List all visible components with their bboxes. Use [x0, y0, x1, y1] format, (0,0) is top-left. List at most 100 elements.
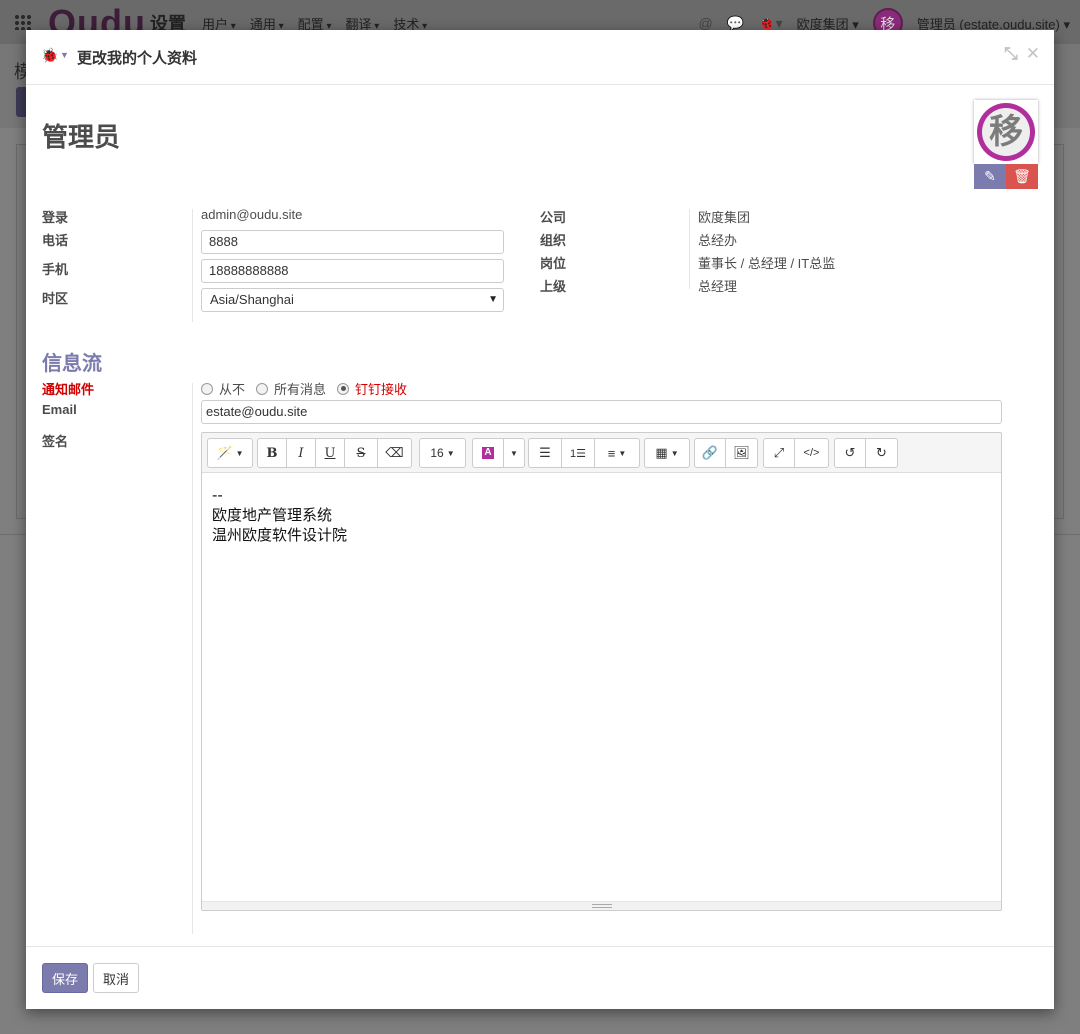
group-personal: 登录 admin@oudu.site 电话 8888 手机 1888888888…: [42, 203, 504, 322]
phone-label: 电话: [42, 233, 69, 248]
history-group: ↺ ↻: [834, 438, 898, 468]
link-icon: 🔗: [701, 445, 719, 460]
at-icon[interactable]: @: [699, 15, 713, 31]
bug-icon[interactable]: 🐞▾: [758, 15, 782, 32]
redo-icon: ↻: [876, 445, 887, 460]
user-name-title: 管理员: [42, 122, 121, 152]
chat-icon[interactable]: 💬: [727, 15, 744, 32]
list-ul-icon: ☰: [539, 445, 551, 460]
resize-grip-icon: [592, 904, 612, 908]
profile-dialog: 🐞 ▼ 更改我的个人资料 ⤡ ✕ 管理员 移 ✎ 🗑 登录 admin@oudu…: [26, 30, 1054, 1009]
style-dropdown-button[interactable]: 🪄 ▼: [208, 439, 252, 467]
editor-resize-handle[interactable]: [202, 901, 1001, 910]
pencil-icon: ✎: [984, 168, 996, 184]
group-divider: [192, 383, 193, 934]
avatar-widget: 移 ✎ 🗑: [974, 100, 1038, 189]
login-label: 登录: [42, 210, 69, 225]
caret-down-icon: ▼: [488, 294, 498, 305]
link-button[interactable]: 🔗: [695, 439, 726, 467]
manager-value: 总经理: [698, 279, 738, 294]
save-button[interactable]: 保存: [42, 963, 88, 993]
redo-button[interactable]: ↻: [866, 439, 897, 467]
table-icon: ▦: [655, 445, 668, 460]
notify-radio-group: 从不 所有消息 钉钉接收: [201, 379, 418, 398]
signature-label: 签名: [42, 434, 69, 449]
phone-input[interactable]: 8888: [201, 230, 504, 254]
magic-wand-icon: 🪄: [216, 445, 233, 460]
group-messaging: 通知邮件 从不 所有消息 钉钉接收 Email estate@oudu.site…: [42, 379, 1042, 939]
font-color-icon: A: [482, 447, 494, 459]
fullscreen-button[interactable]: ⤢: [764, 439, 795, 467]
avatar-buttons: ✎ 🗑: [974, 164, 1038, 189]
code-icon: </>: [803, 447, 820, 459]
bug-icon[interactable]: 🐞: [41, 47, 58, 64]
expand-icon: ⤢: [773, 445, 785, 460]
insert-group: 🔗 🖼: [694, 438, 758, 468]
org-label: 组织: [540, 233, 567, 248]
image-button[interactable]: 🖼: [726, 439, 757, 467]
dialog-header-buttons: ⤡ ✕: [1004, 44, 1040, 64]
paragraph-dropdown[interactable]: ≡ ▼: [595, 439, 639, 467]
email-input[interactable]: estate@oudu.site: [201, 400, 1002, 424]
italic-button[interactable]: I: [287, 439, 316, 467]
font-size-dropdown[interactable]: 16 ▼: [420, 439, 465, 467]
mobile-input[interactable]: 18888888888: [201, 259, 504, 283]
radio-button[interactable]: [201, 382, 213, 395]
apps-grid-icon[interactable]: [14, 14, 32, 30]
close-icon[interactable]: ✕: [1026, 44, 1040, 64]
position-value: 董事长 / 总经理 / IT总监: [698, 256, 836, 271]
mobile-label: 手机: [42, 262, 69, 277]
email-label: Email: [42, 402, 77, 417]
format-group: B I U S ⌫: [257, 438, 412, 468]
signature-content[interactable]: -- 欧度地产管理系统 温州欧度软件设计院: [202, 473, 1001, 557]
radio-button-checked[interactable]: [337, 382, 350, 395]
strikethrough-button[interactable]: S: [345, 439, 378, 467]
radio-never[interactable]: 从不: [201, 379, 245, 398]
color-group: A ▼: [472, 438, 525, 468]
ordered-list-button[interactable]: 1☰: [562, 439, 595, 467]
radio-dingtalk[interactable]: 钉钉接收: [337, 379, 407, 398]
cancel-button[interactable]: 取消: [93, 963, 139, 993]
group-company: 公司 欧度集团 组织 总经办 岗位 董事长 / 总经理 / IT总监 上级 总经…: [540, 203, 1038, 320]
eraser-button[interactable]: ⌫: [378, 439, 411, 467]
delete-avatar-button[interactable]: 🗑: [1006, 164, 1038, 189]
undo-button[interactable]: ↺: [835, 439, 866, 467]
table-group: ▦ ▼: [644, 438, 690, 468]
dialog-body: 管理员 移 ✎ 🗑 登录 admin@oudu.site 电话 8888 手机 …: [26, 85, 1054, 946]
radio-all[interactable]: 所有消息: [256, 379, 326, 398]
chevron-down-icon[interactable]: ▼: [60, 50, 69, 60]
dialog-header: 🐞 ▼ 更改我的个人资料 ⤡ ✕: [26, 30, 1054, 85]
bold-button[interactable]: B: [258, 439, 287, 467]
company-label: 公司: [540, 210, 567, 225]
font-color-button[interactable]: A: [473, 439, 504, 467]
list-ol-icon: 1☰: [570, 447, 586, 460]
edit-avatar-button[interactable]: ✎: [974, 164, 1006, 189]
avatar-char: 移: [982, 108, 1030, 156]
org-value: 总经办: [698, 233, 738, 248]
unordered-list-button[interactable]: ☰: [529, 439, 562, 467]
login-value: admin@oudu.site: [201, 207, 303, 222]
signature-editor: 🪄 ▼ B I U S ⌫ 16 ▼ A ▼ ☰ 1☰ ≡ ▼ ▦ ▼ 🔗 🖼 …: [201, 432, 1002, 911]
radio-button[interactable]: [256, 382, 269, 395]
underline-button[interactable]: U: [316, 439, 345, 467]
font-size-group: 16 ▼: [419, 438, 466, 468]
radio-label: 所有消息: [274, 382, 327, 397]
manager-label: 上级: [540, 279, 567, 294]
timezone-value: Asia/Shanghai: [210, 292, 294, 307]
code-view-button[interactable]: </>: [795, 439, 828, 467]
radio-label: 从不: [219, 382, 246, 397]
undo-icon: ↺: [844, 445, 856, 460]
font-size-value: 16: [430, 446, 444, 460]
compress-icon[interactable]: ⤡: [1004, 44, 1018, 64]
align-left-icon: ≡: [607, 445, 616, 461]
trash-icon: 🗑: [1013, 168, 1031, 184]
editor-toolbar: 🪄 ▼ B I U S ⌫ 16 ▼ A ▼ ☰ 1☰ ≡ ▼ ▦ ▼ 🔗 🖼 …: [202, 433, 1001, 473]
messaging-section-title: 信息流: [42, 353, 102, 375]
dialog-title: 更改我的个人资料: [77, 50, 198, 67]
radio-label: 钉钉接收: [355, 382, 408, 397]
timezone-select[interactable]: Asia/Shanghai ▼: [201, 288, 504, 312]
avatar: 移: [974, 100, 1038, 164]
color-dropdown-button[interactable]: ▼: [504, 439, 524, 467]
view-group: ⤢ </>: [763, 438, 829, 468]
table-dropdown[interactable]: ▦ ▼: [645, 439, 689, 467]
